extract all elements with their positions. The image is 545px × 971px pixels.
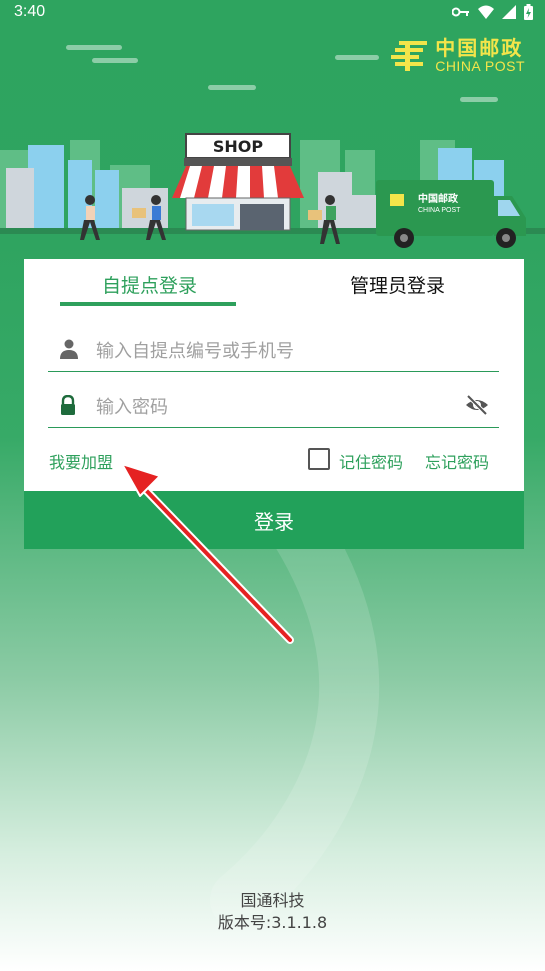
active-tab-indicator xyxy=(60,302,236,306)
account-input-placeholder[interactable]: 输入自提点编号或手机号 xyxy=(96,337,294,363)
login-tabs: 自提点登录 管理员登录 xyxy=(24,259,524,309)
user-icon xyxy=(60,339,78,359)
password-input-placeholder[interactable]: 输入密码 xyxy=(96,393,168,419)
account-field[interactable]: 输入自提点编号或手机号 xyxy=(48,327,499,372)
company-name: 国通科技 xyxy=(240,891,305,910)
version-number: 版本号:3.1.1.8 xyxy=(217,913,328,932)
login-button[interactable]: 登录 xyxy=(24,491,524,549)
footer: 国通科技 版本号:3.1.1.8 xyxy=(0,890,545,934)
header-banner: 中国邮政 CHINA POST SHOP 中国邮政 CHINA POST xyxy=(0,0,545,260)
status-time: 3:40 xyxy=(14,3,46,20)
forgot-password-link[interactable]: 忘记密码 xyxy=(425,449,489,473)
remember-password-checkbox[interactable] xyxy=(308,448,330,470)
status-bar: 3:40 xyxy=(0,0,545,26)
join-franchise-link[interactable]: 我要加盟 xyxy=(49,449,113,473)
wifi-icon xyxy=(478,5,494,19)
truck-logo-en: CHINA POST xyxy=(418,207,461,214)
tab-pickup-login[interactable]: 自提点登录 xyxy=(102,271,197,298)
hide-password-eye-icon[interactable] xyxy=(465,395,489,415)
remember-password-label[interactable]: 记住密码 xyxy=(339,449,403,473)
password-field[interactable]: 输入密码 xyxy=(48,383,499,428)
shop-sign-text: SHOP xyxy=(213,137,264,156)
login-card: 自提点登录 管理员登录 输入自提点编号或手机号 输入密码 我要加盟 记住密码 忘… xyxy=(24,259,524,549)
signal-icon xyxy=(502,5,516,19)
tab-admin-login[interactable]: 管理员登录 xyxy=(350,271,445,298)
truck-logo-cn: 中国邮政 xyxy=(418,192,459,205)
background-watermark xyxy=(210,520,380,920)
battery-charging-icon xyxy=(524,4,533,20)
vpn-key-icon xyxy=(452,7,469,17)
options-row: 我要加盟 记住密码 忘记密码 xyxy=(24,445,524,475)
city-skyline-illustration: SHOP 中国邮政 CHINA POST xyxy=(0,133,545,248)
lock-icon xyxy=(61,395,75,415)
